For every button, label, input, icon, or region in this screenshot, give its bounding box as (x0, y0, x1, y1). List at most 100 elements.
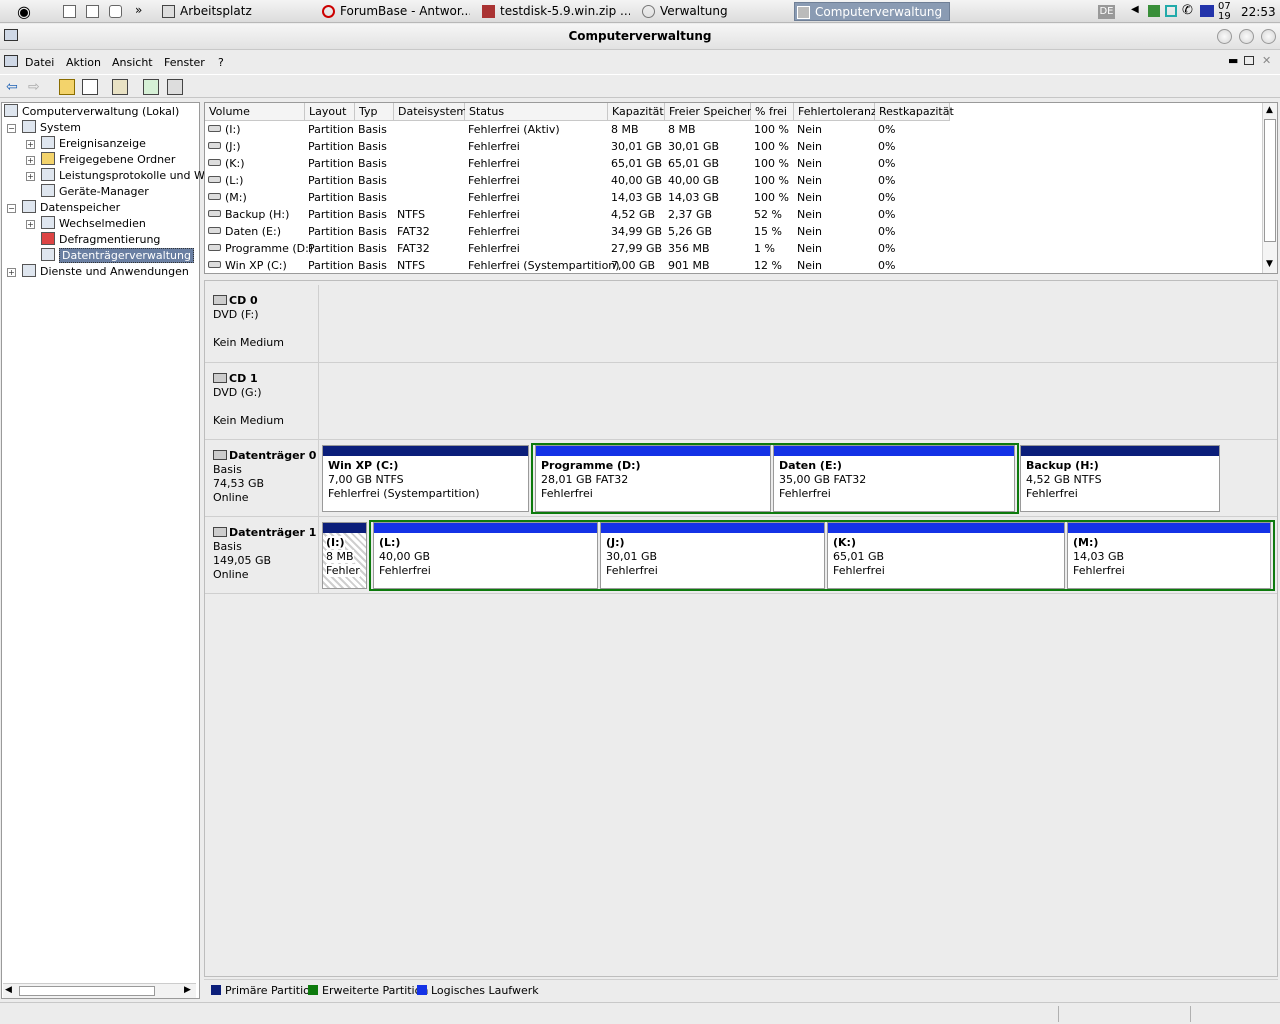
column-header[interactable]: Layout (305, 103, 355, 121)
tree-horizontal-scrollbar[interactable]: ◀ ▶ (3, 983, 196, 998)
cell-text: Fehlerfrei (468, 242, 520, 255)
disk-row-cd1[interactable]: CD 1 DVD (G:) Kein Medium (205, 363, 1277, 440)
taskbar-item-computerverwaltung[interactable]: Computerverwaltung (794, 2, 950, 21)
list-vertical-scrollbar[interactable]: ▲ ▼ (1262, 103, 1277, 273)
table-row[interactable]: (K:) Partition Basis Fehlerfrei 65,01 GB 65,0… (205, 155, 1261, 172)
clock[interactable]: 22:53 (1241, 5, 1276, 19)
scroll-right-icon[interactable]: ▶ (184, 985, 191, 995)
partition-win-xp-c[interactable]: Win XP (C:) 7,00 GB NTFS Fehlerfrei (Syste… (322, 445, 529, 512)
scroll-left-icon[interactable]: ◀ (5, 985, 12, 995)
partition-k[interactable]: (K:) 65,01 GB Fehlerfrei (827, 522, 1065, 589)
column-header[interactable]: Typ (355, 103, 394, 121)
maximize-button[interactable] (1239, 29, 1254, 44)
scroll-down-icon[interactable]: ▼ (1266, 259, 1273, 269)
tree-item-datentraegerverwaltung[interactable]: Datenträgerverwaltung (41, 248, 194, 264)
tree-item-defragmentierung[interactable]: Defragmentierung (41, 232, 160, 248)
refresh-icon[interactable] (143, 79, 159, 95)
mmc-icon[interactable] (4, 55, 18, 67)
tree-item-wechselmedien[interactable]: Wechselmedien (41, 216, 146, 232)
apple-icon[interactable]: ◉ (17, 2, 31, 21)
taskbar-item-verwaltung[interactable]: Verwaltung (640, 2, 790, 21)
expand-icon[interactable]: + (26, 156, 35, 165)
show-tree-icon[interactable] (82, 79, 98, 95)
back-arrow-icon[interactable]: ⇦ (6, 79, 22, 95)
tree-item-dienste[interactable]: Dienste und Anwendungen (22, 264, 189, 280)
tree-item-geraete-manager[interactable]: Geräte-Manager (41, 184, 149, 200)
table-row[interactable]: Daten (E:) Partition Basis FAT32 Fehlerfrei 3… (205, 223, 1261, 240)
child-restore-button[interactable] (1244, 56, 1254, 65)
menu-fenster[interactable]: Fenster (164, 56, 205, 69)
table-cell: 0% (875, 155, 895, 172)
table-row[interactable]: (I:) Partition Basis Fehlerfrei (Aktiv) 8 MB… (205, 121, 1261, 138)
scroll-up-icon[interactable]: ▲ (1266, 105, 1273, 115)
scroll-thumb[interactable] (1264, 119, 1276, 242)
partition-status: Fehlerfrei (1073, 564, 1125, 577)
network-icon[interactable] (1148, 5, 1160, 17)
tree-item-ereignisanzeige[interactable]: Ereignisanzeige (41, 136, 146, 152)
partition-programme-d[interactable]: Programme (D:) 28,01 GB FAT32 Fehlerfrei (535, 445, 771, 512)
tree-item-datenspeicher[interactable]: Datenspeicher (22, 200, 120, 216)
cell-text: Fehlerfrei (468, 174, 520, 187)
tree-item-system[interactable]: System (22, 120, 81, 136)
desktop-icon[interactable] (63, 5, 76, 18)
partition-j[interactable]: (J:) 30,01 GB Fehlerfrei (600, 522, 825, 589)
table-row[interactable]: (L:) Partition Basis Fehlerfrei 40,00 GB 40,0… (205, 172, 1261, 189)
tree-item-leistungsprotokolle[interactable]: Leistungsprotokolle und War (41, 168, 215, 184)
forward-arrow-icon[interactable]: ⇨ (28, 79, 44, 95)
partition-daten-e[interactable]: Daten (E:) 35,00 GB FAT32 Fehlerfrei (773, 445, 1015, 512)
expand-icon[interactable]: + (26, 220, 35, 229)
disk-row-cd0[interactable]: CD 0 DVD (F:) Kein Medium (205, 285, 1277, 363)
table-row[interactable]: (M:) Partition Basis Fehlerfrei 14,03 GB 14,0… (205, 189, 1261, 206)
phone-icon[interactable]: ✆ (1182, 3, 1193, 18)
collapse-icon[interactable]: − (7, 124, 16, 133)
column-header[interactable]: % frei (751, 103, 794, 121)
collapse-icon[interactable]: − (7, 204, 16, 213)
taskbar-item-forumbase[interactable]: ForumBase - Antwor... (320, 2, 470, 21)
minimize-button[interactable] (1217, 29, 1232, 44)
table-row[interactable]: Programme (D:) Partition Basis FAT32 Fehlerf… (205, 240, 1261, 257)
taskbar-item-arbeitsplatz[interactable]: Arbeitsplatz (160, 2, 310, 21)
export-list-icon[interactable] (167, 79, 183, 95)
expand-icon[interactable]: + (26, 140, 35, 149)
arrow-left-icon[interactable]: ◀ (1131, 4, 1139, 15)
child-minimize-button[interactable]: ▬ (1228, 54, 1238, 67)
table-row[interactable]: Win XP (C:) Partition Basis NTFS Fehlerfrei … (205, 257, 1261, 274)
partition-l[interactable]: (L:) 40,00 GB Fehlerfrei (373, 522, 598, 589)
table-row[interactable]: Backup (H:) Partition Basis NTFS Fehlerfrei 4… (205, 206, 1261, 223)
document-icon[interactable] (86, 5, 99, 18)
partition-bar (323, 446, 528, 456)
menu-datei[interactable]: Datei (25, 56, 54, 69)
tree-item-freigegebene-ordner[interactable]: Freigegebene Ordner (41, 152, 175, 168)
column-header[interactable]: Restkapazität (875, 103, 954, 121)
tree-root[interactable]: Computerverwaltung (Lokal) (4, 104, 179, 120)
partition-i[interactable]: (I:) 8 MB Fehler (322, 522, 367, 589)
more-icon[interactable]: » (135, 3, 142, 17)
column-header[interactable]: Dateisystem (394, 103, 467, 121)
column-header[interactable]: Kapazität (608, 103, 665, 121)
up-folder-icon[interactable] (59, 79, 75, 95)
sync-icon[interactable] (1165, 5, 1177, 17)
partition-m[interactable]: (M:) 14,03 GB Fehlerfrei (1067, 522, 1271, 589)
menu-ansicht[interactable]: Ansicht (112, 56, 153, 69)
disk-row-datentraeger-0[interactable]: Datenträger 0 Basis 74,53 GB Online Win … (205, 440, 1277, 517)
menu-help[interactable]: ? (218, 56, 224, 69)
expand-icon[interactable]: + (7, 268, 16, 277)
scroll-thumb[interactable] (19, 986, 155, 996)
column-header[interactable]: Freier Speicher (665, 103, 752, 121)
flag-icon[interactable] (1200, 5, 1214, 17)
cell-text: 27,99 GB (611, 242, 663, 255)
disk-row-datentraeger-1[interactable]: Datenträger 1 Basis 149,05 GB Online (I:… (205, 517, 1277, 594)
expand-icon[interactable]: + (26, 172, 35, 181)
child-close-button[interactable]: ✕ (1262, 54, 1271, 67)
close-button[interactable] (1261, 29, 1276, 44)
column-header[interactable]: Fehlertoleranz (794, 103, 877, 121)
column-header[interactable]: Status (465, 103, 608, 121)
partition-backup-h[interactable]: Backup (H:) 4,52 GB NTFS Fehlerfrei (1020, 445, 1220, 512)
properties-icon[interactable] (112, 79, 128, 95)
table-row[interactable]: (J:) Partition Basis Fehlerfrei 30,01 GB 30,0… (205, 138, 1261, 155)
column-header[interactable]: Volume (205, 103, 305, 121)
language-indicator[interactable]: DE (1098, 5, 1115, 19)
taskbar-item-testdisk[interactable]: testdisk-5.9.win.zip ... (480, 2, 630, 21)
speaker-icon[interactable] (109, 5, 122, 18)
menu-aktion[interactable]: Aktion (66, 56, 101, 69)
